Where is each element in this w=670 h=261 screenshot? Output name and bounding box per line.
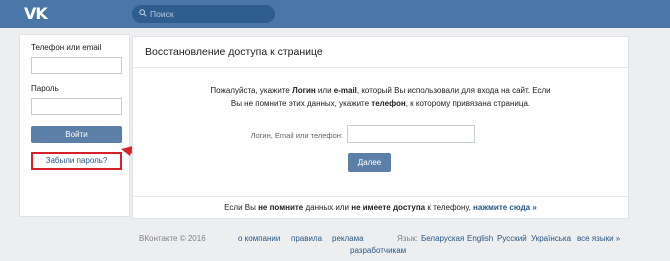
top-bar: VK — [0, 0, 670, 28]
click-here-link[interactable]: нажмите сюда » — [473, 203, 537, 212]
recovery-card: Восстановление доступа к странице Пожалу… — [132, 36, 629, 219]
footer-link-developers[interactable]: разработчикам — [350, 246, 406, 255]
login-field-label: Логин, Email или телефон: — [250, 131, 343, 140]
language-belarusian[interactable]: Беларуская — [421, 234, 464, 243]
forgot-password-link[interactable]: Забыли пароль? — [31, 152, 122, 170]
footer-link-ads[interactable]: реклама — [332, 234, 364, 243]
language-english[interactable]: English — [467, 234, 493, 243]
password-label: Пароль — [31, 84, 59, 93]
language-russian[interactable]: Русский — [497, 234, 527, 243]
footer-link-about[interactable]: о компании — [238, 234, 280, 243]
phone-label: Телефон или email — [31, 43, 102, 52]
language-ukrainian[interactable]: Українська — [531, 234, 571, 243]
search-icon — [139, 9, 147, 17]
search-box[interactable] — [132, 5, 275, 23]
login-panel: Телефон или email Пароль Войти Забыли па… — [19, 34, 130, 217]
recovery-footer-note: Если Вы не помните данных или не имеете … — [224, 203, 537, 212]
password-field[interactable] — [31, 98, 122, 115]
login-email-phone-input[interactable] — [347, 125, 475, 143]
phone-email-field[interactable] — [31, 57, 122, 74]
login-button[interactable]: Войти — [31, 126, 122, 143]
footer-link-rules[interactable]: правила — [291, 234, 322, 243]
divider — [133, 67, 628, 68]
language-all[interactable]: все языки » — [577, 234, 620, 243]
next-button[interactable]: Далее — [348, 153, 391, 172]
page-title: Восстановление доступа к странице — [145, 46, 323, 58]
search-input[interactable] — [150, 5, 268, 23]
language-label: Язык: — [397, 234, 418, 243]
recovery-description: Пожалуйста, укажите Логин или e-mail, ко… — [210, 86, 551, 108]
copyright: ВКонтакте © 2016 — [139, 234, 206, 243]
vk-logo[interactable]: VK — [24, 4, 50, 24]
divider — [133, 196, 628, 197]
